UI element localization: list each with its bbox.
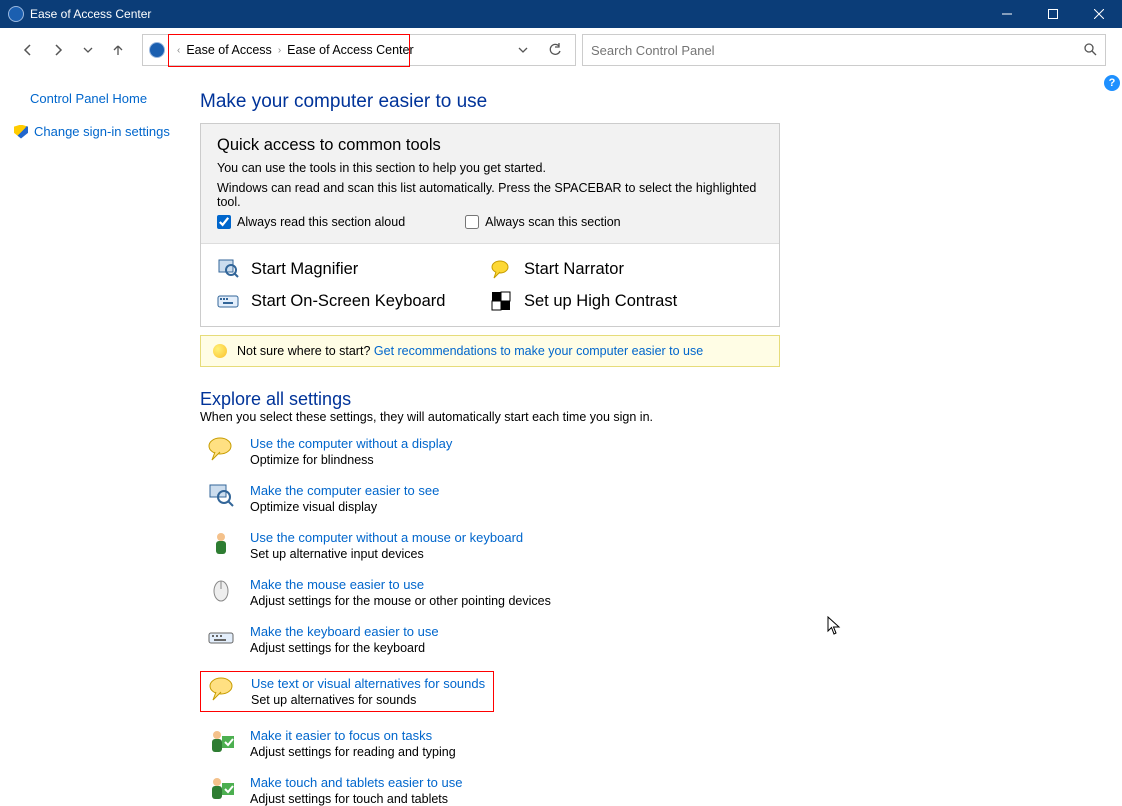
setting-desc: Adjust settings for the mouse or other p… [250,594,551,608]
setting-desc: Adjust settings for reading and typing [250,745,456,759]
setting-without-mouse-keyboard: Use the computer without a mouse or keyb… [200,530,1112,561]
speech-bubble-icon [207,676,237,702]
back-button[interactable] [14,36,42,64]
setting-link[interactable]: Make it easier to focus on tasks [250,728,432,743]
check-always-scan[interactable]: Always scan this section [465,215,620,229]
quick-access-panel: Quick access to common tools You can use… [200,123,780,327]
setting-desc: Set up alternatives for sounds [251,693,485,707]
page-title: Make your computer easier to use [200,91,1112,113]
setting-desc: Adjust settings for the keyboard [250,641,439,655]
keyboard-icon [217,290,239,312]
mouse-icon [206,577,236,603]
setting-desc: Optimize for blindness [250,453,452,467]
sidebar: Control Panel Home Change sign-in settin… [0,73,200,804]
forward-button[interactable] [44,36,72,64]
up-button[interactable] [104,36,132,64]
title-bar: Ease of Access Center [0,0,1122,28]
setting-link[interactable]: Make the keyboard easier to use [250,624,439,639]
lightbulb-icon [213,344,227,358]
tool-magnifier[interactable]: Start Magnifier [217,258,490,280]
tool-narrator[interactable]: Start Narrator [490,258,763,280]
tool-high-contrast[interactable]: Set up High Contrast [490,290,763,312]
panel-line1: You can use the tools in this section to… [217,161,763,175]
chevron-right-icon: ‹ [177,45,180,56]
setting-link[interactable]: Make the mouse easier to use [250,577,424,592]
breadcrumb-app-icon [149,42,165,58]
toolbar: ‹ Ease of Access › Ease of Access Center [0,28,1122,73]
tool-onscreen-keyboard[interactable]: Start On-Screen Keyboard [217,290,490,312]
main: ? Make your computer easier to use Quick… [200,73,1122,804]
explore-title: Explore all settings [200,389,1112,410]
magnifier-icon [217,258,239,280]
search-icon[interactable] [1083,42,1097,59]
maximize-button[interactable] [1030,0,1076,28]
setting-link[interactable]: Use the computer without a display [250,436,452,451]
setting-focus-tasks: Make it easier to focus on tasks Adjust … [200,728,1112,759]
setting-link[interactable]: Make touch and tablets easier to use [250,775,462,790]
setting-mouse-easier: Make the mouse easier to use Adjust sett… [200,577,1112,608]
speech-bubble-icon [206,436,236,462]
setting-link[interactable]: Use the computer without a mouse or keyb… [250,530,523,545]
setting-link[interactable]: Make the computer easier to see [250,483,439,498]
refresh-button[interactable] [541,36,569,64]
window-title: Ease of Access Center [30,7,151,21]
person-check-icon [206,775,236,801]
address-bar[interactable]: ‹ Ease of Access › Ease of Access Center [142,34,576,66]
search-box[interactable] [582,34,1106,66]
minimize-button[interactable] [984,0,1030,28]
setting-touch-tablets: Make touch and tablets easier to use Adj… [200,775,1112,806]
panel-title: Quick access to common tools [217,136,763,155]
setting-easier-to-see: Make the computer easier to see Optimize… [200,483,1112,514]
breadcrumb-root[interactable]: Ease of Access [186,43,271,57]
check-read-aloud-input[interactable] [217,215,231,229]
explore-subtitle: When you select these settings, they wil… [200,410,1112,424]
setting-keyboard-easier: Make the keyboard easier to use Adjust s… [200,624,1112,655]
person-check-icon [206,728,236,754]
chevron-right-icon: › [278,45,281,56]
person-icon [206,530,236,556]
setting-desc: Optimize visual display [250,500,439,514]
setting-desc: Set up alternative input devices [250,547,523,561]
check-read-aloud[interactable]: Always read this section aloud [217,215,405,229]
hint-bar: Not sure where to start? Get recommendat… [200,335,780,367]
search-input[interactable] [591,43,1083,58]
hint-question: Not sure where to start? [237,344,370,358]
check-always-scan-input[interactable] [465,215,479,229]
monitor-magnify-icon [206,483,236,509]
hint-link[interactable]: Get recommendations to make your compute… [374,344,703,358]
panel-line2: Windows can read and scan this list auto… [217,181,763,209]
setting-without-display: Use the computer without a display Optim… [200,436,1112,467]
setting-sound-alternatives: Use text or visual alternatives for soun… [200,671,494,712]
keyboard-icon [206,624,236,650]
address-dropdown-button[interactable] [509,36,537,64]
content: Control Panel Home Change sign-in settin… [0,73,1122,804]
recent-dropdown-button[interactable] [74,36,102,64]
breadcrumb-page[interactable]: Ease of Access Center [287,43,413,57]
help-icon[interactable]: ? [1104,75,1120,91]
close-button[interactable] [1076,0,1122,28]
contrast-icon [490,290,512,312]
sidebar-control-panel-home[interactable]: Control Panel Home [30,91,190,106]
setting-link[interactable]: Use text or visual alternatives for soun… [251,676,485,691]
app-icon [8,6,24,22]
sidebar-change-sign-in-settings[interactable]: Change sign-in settings [34,124,170,139]
shield-icon [14,125,28,139]
narrator-icon [490,258,512,280]
